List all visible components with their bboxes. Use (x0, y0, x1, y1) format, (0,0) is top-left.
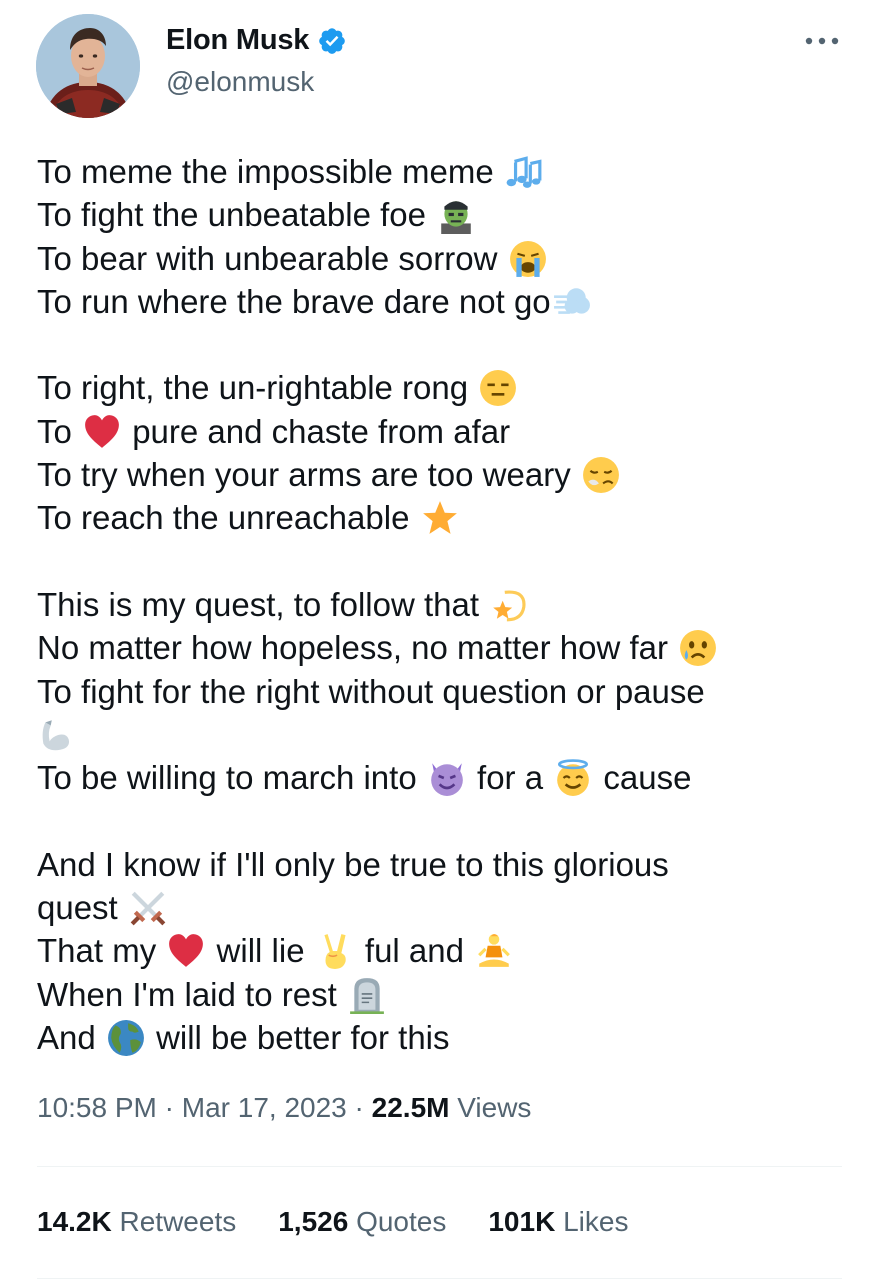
author-name[interactable]: Elon Musk (166, 24, 309, 57)
shooting-star-icon (490, 586, 528, 624)
likes-stat[interactable]: 101K Likes (488, 1206, 628, 1238)
views-count: 22.5M (371, 1092, 450, 1123)
halo-face-icon (554, 759, 592, 797)
tweet-line: To run where the brave dare not go (37, 280, 837, 323)
tweet-stats: 14.2K Retweets 1,526 Quotes 101K Likes (37, 1206, 670, 1238)
globe-icon (107, 1019, 145, 1057)
views-label: Views (457, 1092, 532, 1123)
tweet-line: To meme the impossible meme (37, 150, 837, 193)
tweet-line: And will be better for this (37, 1018, 450, 1057)
tweet-text: To meme the impossible meme To fight the… (37, 150, 837, 1059)
dash-icon (553, 283, 591, 321)
divider (37, 1166, 842, 1167)
retweets-count: 14.2K (37, 1206, 112, 1237)
red-heart-icon (83, 413, 121, 451)
quotes-stat[interactable]: 1,526 Quotes (278, 1206, 446, 1238)
star-icon (421, 499, 459, 537)
tweet-line: To fight the unbeatable foe (37, 193, 837, 236)
author-handle[interactable]: @elonmusk (166, 66, 314, 98)
tweet-meta: 10:58 PM · Mar 17, 2023 · 22.5M Views (37, 1092, 531, 1124)
zombie-icon (437, 196, 475, 235)
likes-count: 101K (488, 1206, 556, 1237)
tweet-line: That my will lie ful and (37, 929, 837, 972)
tweet-line: To try when your arms are too weary (37, 453, 837, 496)
tweet-line: quest (37, 886, 837, 929)
person-lotus-icon (475, 932, 513, 970)
tweet-line: To right, the un-rightable rong (37, 366, 837, 409)
tweet-line: To bear with unbearable sorrow (37, 237, 837, 280)
victory-hand-icon (316, 932, 354, 970)
tweet-line: To reach the unreachable (37, 496, 837, 539)
tweet-time[interactable]: 10:58 PM (37, 1092, 157, 1123)
red-heart-icon (167, 932, 205, 970)
headstone-icon (348, 976, 386, 1014)
divider (37, 1278, 842, 1279)
meta-separator: · (354, 1092, 364, 1123)
crying-face-icon (509, 240, 547, 278)
quotes-count: 1,526 (278, 1206, 349, 1237)
retweets-stat[interactable]: 14.2K Retweets (37, 1206, 236, 1238)
tweet-line (37, 713, 837, 756)
tired-face-icon (582, 456, 620, 494)
tweet-date[interactable]: Mar 17, 2023 (182, 1092, 347, 1123)
tweet-line: To fight for the right without question … (37, 672, 705, 710)
musical-notes-icon (505, 153, 543, 191)
tweet-line: To be willing to march into for a cause (37, 759, 692, 797)
tweet-line: When I'm laid to rest (37, 973, 837, 1016)
tweet-line: This is my quest, to follow that (37, 583, 837, 626)
meta-separator: · (164, 1092, 174, 1123)
smiling-devil-icon (428, 759, 466, 797)
quotes-label: Quotes (356, 1206, 447, 1237)
retweets-label: Retweets (119, 1206, 237, 1237)
sad-tear-face-icon (679, 629, 717, 667)
more-options-icon[interactable] (804, 34, 840, 46)
tweet-header: Elon Musk @elonmusk (36, 14, 842, 118)
flexed-biceps-icon (37, 716, 75, 754)
likes-label: Likes (563, 1206, 629, 1237)
tweet-line: No matter how hopeless, no matter how fa… (37, 626, 837, 669)
avatar[interactable] (36, 14, 140, 118)
crossed-swords-icon (129, 889, 167, 927)
tweet-line: To pure and chaste from afar (37, 412, 511, 451)
tweet-line: And I know if I'll only be true to this … (37, 845, 669, 883)
verified-badge-icon[interactable] (317, 26, 347, 56)
expressionless-face-icon (479, 369, 517, 407)
